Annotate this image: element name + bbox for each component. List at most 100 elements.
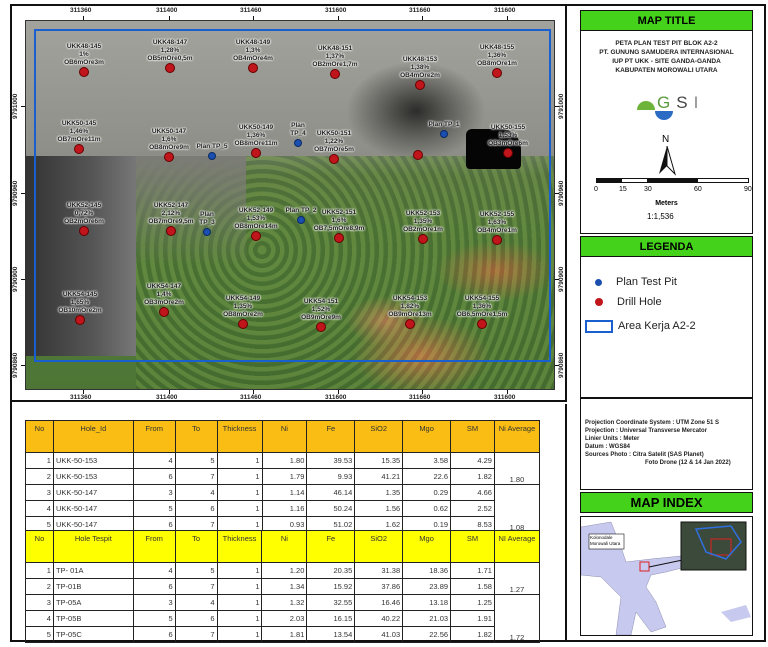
column-header: No	[25, 420, 54, 453]
north-label: N	[662, 134, 670, 145]
drill-hole-marker[interactable]	[166, 226, 176, 236]
drill-hole-label: UKK52-149 1,53% OB8mOre14m	[234, 207, 278, 230]
table-cell: 2	[25, 578, 54, 595]
x-tick-label: 311600	[325, 7, 347, 14]
ni-average-cell: 1.27	[493, 562, 541, 595]
table-cell: 22.56	[402, 626, 452, 643]
test-pit-marker[interactable]	[208, 152, 216, 160]
y-tick	[555, 279, 559, 280]
drill-hole-icon	[595, 298, 603, 306]
table-cell: 4	[132, 562, 176, 579]
drill-hole-marker[interactable]	[238, 319, 248, 329]
table-cell: 4	[25, 610, 54, 627]
drill-hole-marker[interactable]	[251, 148, 261, 158]
scale-tick-label: 90	[744, 186, 752, 193]
y-tick	[555, 106, 559, 107]
table-cell: 1.14	[261, 484, 308, 501]
column-header: SM	[450, 530, 495, 563]
column-header: Ni Average	[493, 420, 541, 453]
drill-hole-marker[interactable]	[413, 150, 423, 160]
table-cell: 1.81	[261, 626, 308, 643]
title-line: PETA PLAN TEST PIT BLOK A2-2	[615, 40, 718, 47]
title-line: KABUPATEN MOROWALI UTARA	[615, 67, 718, 74]
drill-hole-label: UKK48-155 1,36% OB8mOre1m	[477, 44, 517, 67]
table-cell: 16.15	[306, 610, 356, 627]
legend-label: Drill Hole	[617, 296, 662, 308]
x-tick-label: 311660	[409, 394, 431, 401]
drill-hole-label: UKK52-155 1,63% OB4mOre1m	[477, 211, 517, 234]
drill-hole-marker[interactable]	[503, 148, 513, 158]
test-pit-marker[interactable]	[294, 139, 302, 147]
table-cell: 50.24	[306, 500, 356, 517]
table-cell: 37.86	[354, 578, 404, 595]
x-tick	[169, 390, 170, 394]
scale-tick-label: 60	[694, 186, 702, 193]
test-pit-marker[interactable]	[440, 130, 448, 138]
table-cell: 7	[174, 578, 218, 595]
title-line: PT. GUNUNG SAMUDERA INTERNASIONAL	[599, 49, 734, 56]
drill-hole-marker[interactable]	[159, 307, 169, 317]
table-cell: 3	[25, 484, 54, 501]
table-cell: 18.36	[402, 562, 452, 579]
x-tick	[83, 16, 84, 20]
drill-hole-marker[interactable]	[329, 154, 339, 164]
table-cell: UKK-50-147	[52, 484, 134, 501]
drill-hole-marker[interactable]	[492, 235, 502, 245]
drill-hole-marker[interactable]	[330, 69, 340, 79]
table-cell: 0.62	[402, 500, 452, 517]
legend-box: Plan Test Pit Drill Hole Area Kerja A2-2	[580, 257, 753, 398]
drill-hole-marker[interactable]	[405, 319, 415, 329]
table-cell: 1.16	[261, 500, 308, 517]
table-cell: 3.58	[402, 452, 452, 469]
projection-line: Foto Drone (12 & 14 Jan 2022)	[645, 460, 731, 466]
y-tick-label: 9790960	[558, 180, 565, 206]
map-index-header: MAP INDEX	[580, 492, 753, 513]
drill-hole-marker[interactable]	[418, 234, 428, 244]
map-title-box: PETA PLAN TEST PIT BLOK A2-2 PT. GUNUNG …	[580, 31, 753, 234]
drill-assay-table: No Hole_Id From To Thickness Ni Fe SiO2 Mgo SM Ni …	[25, 420, 541, 533]
test-pit-label: Plan TP_3	[199, 211, 215, 226]
drill-hole-marker[interactable]	[164, 152, 174, 162]
table-cell: 7	[174, 468, 218, 485]
drill-hole-label: UKK48-149 1,3% OB4mOre4m	[233, 39, 273, 62]
drill-hole-marker[interactable]	[316, 322, 326, 332]
drill-hole-marker[interactable]	[477, 319, 487, 329]
drill-hole-marker[interactable]	[165, 63, 175, 73]
y-tick-label: 9790900	[12, 266, 19, 292]
table-row: 4 TP-05B 5 6 1 2.03 16.15 40.22 21.03 1.91	[25, 610, 540, 627]
drill-hole-marker[interactable]	[79, 67, 89, 77]
drill-hole-marker[interactable]	[492, 68, 502, 78]
drill-hole-marker[interactable]	[334, 233, 344, 243]
test-pit-icon	[595, 278, 602, 286]
table-cell: 40.22	[354, 610, 404, 627]
column-header: Mgo	[402, 420, 452, 453]
test-pit-marker[interactable]	[203, 228, 211, 236]
table-cell: 3	[132, 484, 176, 501]
drill-hole-label: UKK54-153 1,82% OB9mOre13m	[388, 295, 432, 318]
column-header: To	[174, 420, 218, 453]
table-cell: 1.32	[261, 594, 308, 611]
table-cell: 21.03	[402, 610, 452, 627]
table-row: 2 TP-01B 6 7 1 1.34 15.92 37.86 23.89 1.58	[25, 578, 540, 595]
y-tick-label: 9790860	[558, 352, 565, 378]
drill-hole-marker[interactable]	[74, 144, 84, 154]
projection-box: Projection Coordinate System : UTM Zone …	[580, 398, 753, 490]
scale-ratio: 1:1,536	[647, 212, 674, 221]
table-row: 1 TP- 01A 4 5 1 1.20 20.35 31.38 18.36 1.71 1.27	[25, 562, 541, 595]
table-cell: 1.79	[261, 468, 308, 485]
drill-hole-marker[interactable]	[79, 226, 89, 236]
y-tick	[21, 365, 25, 366]
table-row: 3 TP-05A 3 4 1 1.32 32.55 16.46 13.18 1.25 1.72	[25, 594, 541, 643]
y-tick	[21, 106, 25, 107]
map-view[interactable]: UKK48-145 1% OB6mOre3m UKK48-147 1,28% OB5mOr…	[25, 20, 555, 390]
x-tick-label: 311400	[156, 7, 178, 14]
drill-hole-label: UKK48-145 1% OB6mOre3m	[64, 43, 104, 66]
table-cell: TP- 01A	[52, 562, 134, 579]
drill-hole-marker[interactable]	[248, 63, 258, 73]
drill-hole-marker[interactable]	[75, 315, 85, 325]
table-cell: UKK-50-153	[52, 452, 134, 469]
y-tick	[555, 193, 559, 194]
drill-hole-marker[interactable]	[415, 80, 425, 90]
test-pit-marker[interactable]	[297, 216, 305, 224]
drill-hole-marker[interactable]	[251, 231, 261, 241]
